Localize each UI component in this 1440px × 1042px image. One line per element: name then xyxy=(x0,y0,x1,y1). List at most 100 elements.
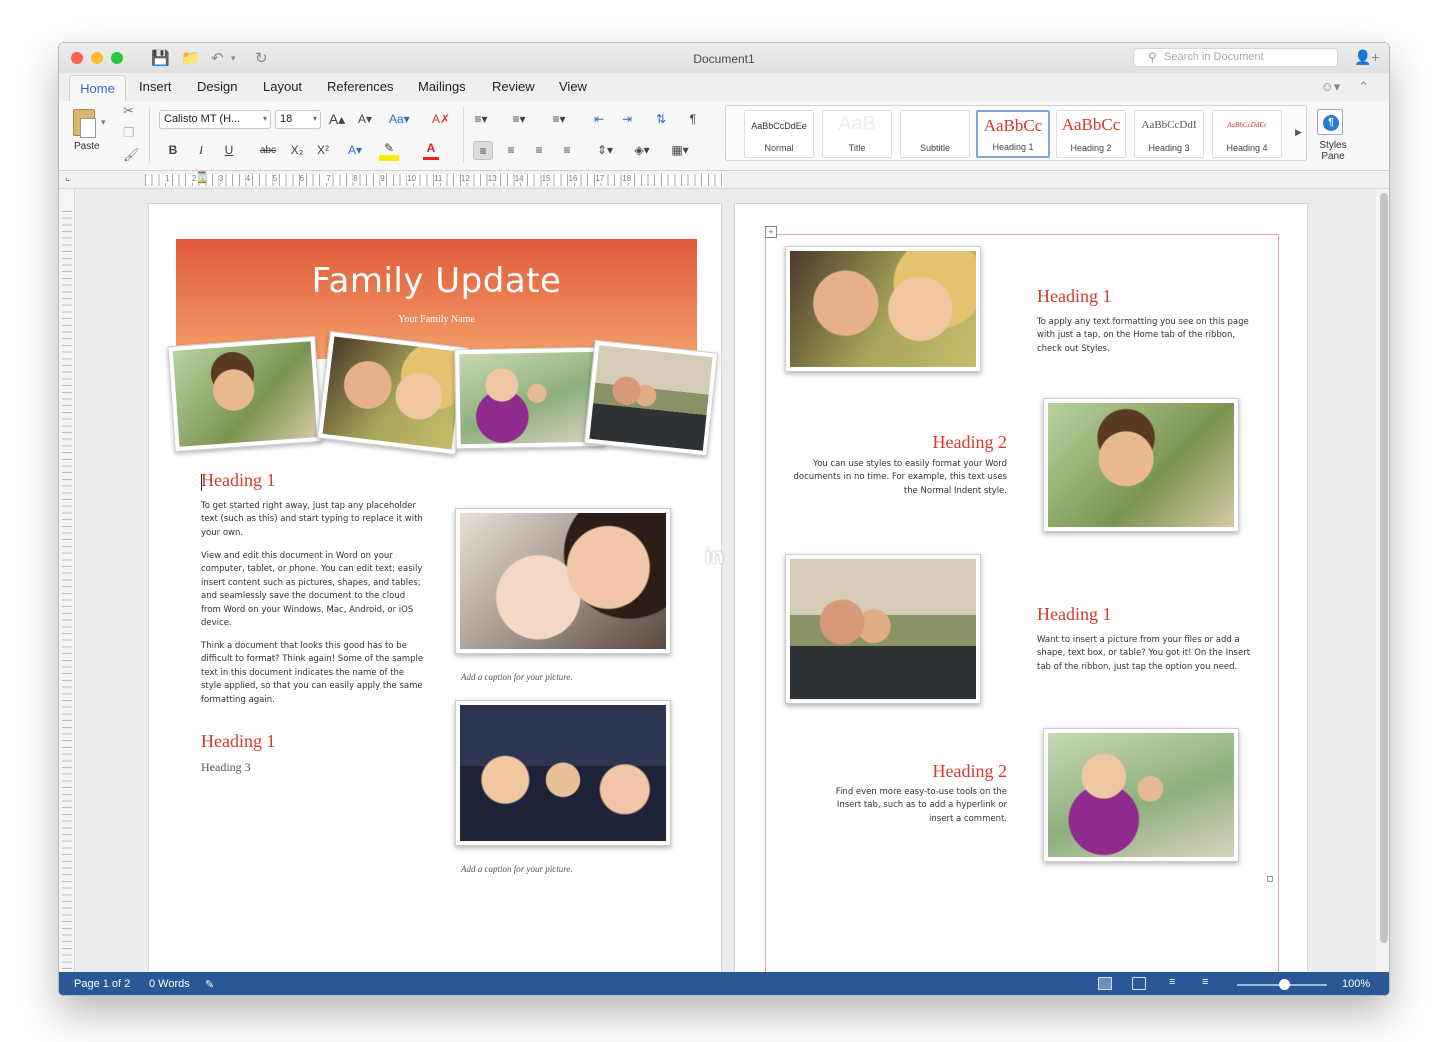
superscript-button[interactable]: X² xyxy=(313,141,333,160)
smiley-icon[interactable]: ☺▾ xyxy=(1321,79,1341,94)
paragraph-block-2[interactable]: You can use styles to easily format your… xyxy=(785,458,1007,498)
tab-stop-icon[interactable]: ⌞ xyxy=(65,172,70,183)
document-canvas[interactable]: Family Update Your Family Name Heading 1… xyxy=(76,189,1376,972)
font-color-icon[interactable]: A xyxy=(421,139,441,158)
format-painter-icon[interactable]: 🖌 xyxy=(123,147,140,163)
share-icon[interactable]: 👤+ xyxy=(1354,49,1380,66)
photo-couple-car-2[interactable] xyxy=(785,554,981,704)
draft-icon[interactable]: ≡ xyxy=(1202,976,1208,988)
align-right-icon[interactable]: ≡ xyxy=(529,141,549,160)
paragraph-block-1[interactable]: To apply any text formatting you see on … xyxy=(1037,316,1261,356)
change-case-icon[interactable]: Aa▾ xyxy=(389,110,410,129)
tab-insert[interactable]: Insert xyxy=(139,79,172,94)
tab-references[interactable]: References xyxy=(327,79,393,94)
print-layout-icon[interactable] xyxy=(1098,977,1112,990)
paragraph-2[interactable]: View and edit this document in Word on y… xyxy=(201,550,427,630)
style-title[interactable]: AaB Title xyxy=(822,110,892,158)
font-size-field[interactable]: 18 ▾ xyxy=(275,110,321,129)
tab-design[interactable]: Design xyxy=(197,79,237,94)
photo-boy-2[interactable] xyxy=(1043,398,1239,532)
style-heading-4[interactable]: AaBbCcDdEe Heading 4 xyxy=(1212,110,1282,158)
web-layout-icon[interactable] xyxy=(1132,977,1146,990)
cut-icon[interactable]: ✂ xyxy=(123,103,134,119)
banner-subtitle[interactable]: Your Family Name xyxy=(176,314,697,325)
shading-icon[interactable]: ◈▾ xyxy=(629,141,655,160)
photo-girls-laughing-2[interactable] xyxy=(785,246,981,372)
heading-3[interactable]: Heading 3 xyxy=(201,760,251,775)
align-center-icon[interactable]: ≡ xyxy=(501,141,521,160)
pilcrow-icon[interactable]: ¶ xyxy=(683,110,703,129)
increase-indent-icon[interactable]: ⇥ xyxy=(617,110,637,129)
text-effects-icon[interactable]: A▾ xyxy=(345,141,365,160)
style-heading-3[interactable]: AaBbCcDdI Heading 3 xyxy=(1134,110,1204,158)
line-spacing-icon[interactable]: ⇕▾ xyxy=(591,141,619,160)
photo-mother-baby[interactable] xyxy=(455,508,671,654)
tab-home[interactable]: Home xyxy=(69,75,126,102)
vertical-scrollbar[interactable] xyxy=(1377,189,1389,972)
bold-button[interactable]: B xyxy=(163,141,183,160)
shrink-font-icon[interactable]: A▾ xyxy=(355,110,375,129)
style-subtitle[interactable]: Subtitle xyxy=(900,110,970,158)
gallery-more-icon[interactable]: ▶ xyxy=(1295,127,1302,138)
outline-icon[interactable]: ≡ xyxy=(1169,976,1175,988)
heading-1-block-3[interactable]: Heading 1 xyxy=(1037,604,1111,625)
search-input[interactable]: ⚲ Search in Document xyxy=(1133,48,1338,67)
borders-icon[interactable]: ▦▾ xyxy=(665,141,695,160)
heading-2-block-4[interactable]: Heading 2 xyxy=(885,761,1007,782)
indent-marker-icon[interactable]: ⌛ xyxy=(195,171,209,184)
grow-font-icon[interactable]: A▴ xyxy=(327,110,347,129)
zoom-level[interactable]: 100% xyxy=(1342,978,1370,990)
paste-icon[interactable] xyxy=(73,109,96,138)
clear-formatting-icon[interactable]: A✗ xyxy=(431,110,451,129)
paragraph-1[interactable]: To get started right away, just tap any … xyxy=(201,500,427,540)
numbering-icon[interactable]: ≡▾ xyxy=(509,110,529,129)
subscript-button[interactable]: X₂ xyxy=(287,141,307,160)
photo-couple-car[interactable] xyxy=(583,339,719,457)
photo-graduates[interactable] xyxy=(455,700,671,846)
photo-boy[interactable] xyxy=(167,335,323,453)
photo-caption-2[interactable]: Add a caption for your picture. xyxy=(461,864,573,874)
highlight-icon[interactable]: ✎ xyxy=(379,139,399,158)
resize-handle-icon[interactable] xyxy=(1267,876,1273,882)
style-normal[interactable]: AaBbCcDdEe Normal xyxy=(744,110,814,158)
zoom-slider-knob[interactable] xyxy=(1279,979,1290,990)
horizontal-ruler[interactable]: ⌞ 1 2 3 4 5 6 7 8 9 10 11 12 13 14 15 16 17 18 ⌛ xyxy=(59,171,1389,189)
font-name-field[interactable]: Calisto MT (H... ▾ xyxy=(159,110,271,129)
tab-review[interactable]: Review xyxy=(492,79,535,94)
photo-family-dinner[interactable] xyxy=(454,346,606,450)
proofing-icon[interactable]: ✎ xyxy=(205,978,214,991)
paragraph-3[interactable]: Think a document that looks this good ha… xyxy=(201,640,427,707)
align-left-icon[interactable]: ≡ xyxy=(473,141,493,160)
underline-button[interactable]: U xyxy=(219,141,239,160)
banner-title[interactable]: Family Update xyxy=(176,261,697,301)
photo-caption-1[interactable]: Add a caption for your picture. xyxy=(461,672,573,682)
bullets-icon[interactable]: ≡▾ xyxy=(471,110,491,129)
page-2[interactable]: + Heading 1 To apply any text formatting… xyxy=(734,203,1308,972)
table-move-handle-icon[interactable]: + xyxy=(765,226,777,238)
style-heading-1[interactable]: AaBbCc Heading 1 xyxy=(976,110,1050,158)
tab-layout[interactable]: Layout xyxy=(263,79,302,94)
strikethrough-button[interactable]: abc xyxy=(255,141,281,160)
heading-1-second[interactable]: Heading 1 xyxy=(201,731,275,752)
photo-girls-laughing[interactable] xyxy=(316,330,470,456)
decrease-indent-icon[interactable]: ⇤ xyxy=(589,110,609,129)
page-1[interactable]: Family Update Your Family Name Heading 1… xyxy=(148,203,722,972)
page-count[interactable]: Page 1 of 2 xyxy=(74,978,130,990)
italic-button[interactable]: I xyxy=(191,141,211,160)
justify-icon[interactable]: ≡ xyxy=(557,141,577,160)
sort-icon[interactable]: ⇅ xyxy=(651,110,671,129)
word-count[interactable]: 0 Words xyxy=(149,978,190,990)
style-heading-2[interactable]: AaBbCc Heading 2 xyxy=(1056,110,1126,158)
heading-1[interactable]: Heading 1 xyxy=(201,470,275,491)
copy-icon[interactable]: ❐ xyxy=(123,125,135,141)
tab-view[interactable]: View xyxy=(559,79,587,94)
heading-1-block-1[interactable]: Heading 1 xyxy=(1037,286,1111,307)
paste-dropdown-icon[interactable]: ▾ xyxy=(101,117,106,128)
multilevel-list-icon[interactable]: ≡▾ xyxy=(549,110,569,129)
styles-pane-icon[interactable]: ¶ xyxy=(1317,109,1343,135)
photo-family-dinner-2[interactable] xyxy=(1043,728,1239,862)
paragraph-block-4[interactable]: Find even more easy-to-use tools on the … xyxy=(815,786,1007,826)
scrollbar-thumb[interactable] xyxy=(1380,193,1388,943)
collapse-ribbon-icon[interactable]: ⌃ xyxy=(1358,79,1369,94)
heading-2-block-2[interactable]: Heading 2 xyxy=(885,432,1007,453)
